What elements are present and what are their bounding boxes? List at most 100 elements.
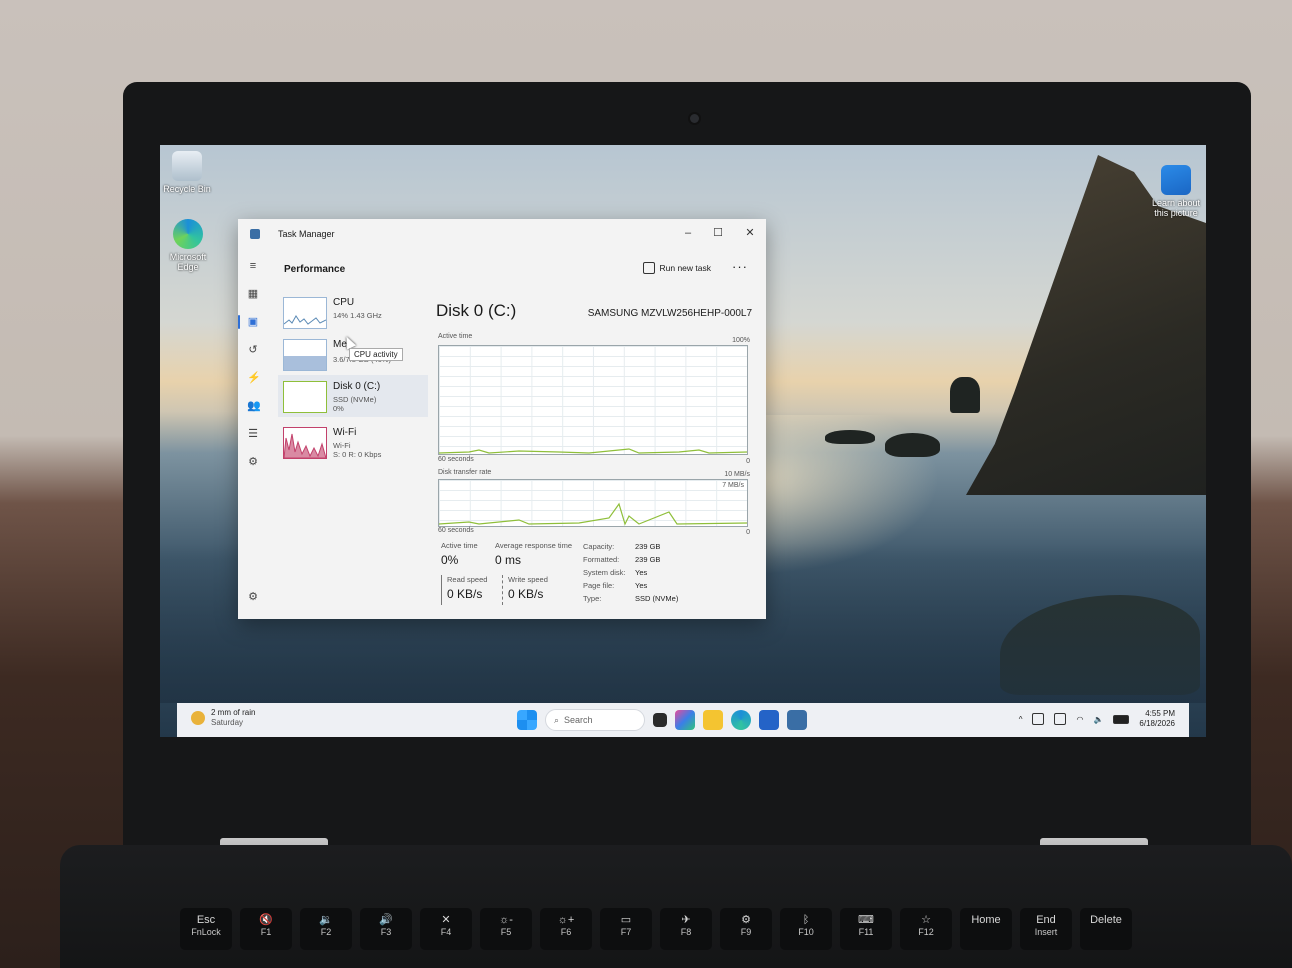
run-task-icon: [642, 262, 655, 274]
key-bottom-label: F4: [440, 927, 452, 937]
key-bottom-label: F8: [680, 927, 692, 937]
selected-indicator: [238, 315, 240, 329]
active-time-graph: [438, 448, 748, 454]
minimize-button[interactable]: –: [678, 225, 698, 241]
startup-apps-icon[interactable]: ⚡: [247, 372, 261, 384]
spotlight-glyph: [1161, 165, 1191, 195]
key-top-label: ☆: [921, 914, 931, 926]
tooltip: CPU activity: [349, 348, 403, 361]
cpu-thumbnail-graph: [283, 297, 327, 329]
security-icon[interactable]: [1032, 713, 1045, 725]
hamburger-menu-icon[interactable]: ≡: [247, 260, 259, 272]
key-top-label: ᛒ: [802, 914, 810, 926]
desktop-icon-label: Recycle Bin: [163, 184, 211, 194]
recycle-bin-icon[interactable]: Recycle Bin: [160, 151, 217, 194]
task-manager-taskbar-icon[interactable]: [787, 710, 807, 730]
key-bottom-label: F7: [620, 927, 632, 937]
settings-icon[interactable]: ⚙: [247, 591, 259, 603]
resource-detail: Wi-Fi: [333, 441, 351, 450]
active-time-chart: [438, 345, 748, 455]
clock-date: 6/18/2026: [1139, 719, 1175, 728]
battery-icon[interactable]: [1113, 714, 1130, 724]
file-explorer-icon[interactable]: [703, 710, 723, 730]
users-icon[interactable]: 👥: [247, 400, 261, 412]
taskbar-search[interactable]: ⌕ Search: [545, 709, 645, 731]
chart-min: 0: [746, 529, 750, 536]
learn-about-picture-icon[interactable]: Learn about this picture: [1146, 165, 1206, 218]
chart-min: 0: [746, 458, 750, 465]
property-value: 239 GB: [635, 555, 661, 564]
run-new-task-label: Run new task: [659, 263, 712, 273]
weather-text: 2 mm of rain Saturday: [211, 708, 255, 728]
keyboard-key: ᛒ F10: [780, 908, 832, 950]
title-bar[interactable]: Task Manager – ☐ ✕: [238, 219, 766, 249]
close-button[interactable]: ✕: [740, 225, 760, 241]
key-bottom-label: F9: [740, 927, 752, 937]
key-bottom-label: F10: [798, 927, 814, 937]
chart-inner-max: 7 MB/s: [722, 482, 744, 489]
pen-icon[interactable]: [1054, 713, 1067, 725]
maximize-button[interactable]: ☐: [708, 225, 728, 241]
store-icon[interactable]: [759, 710, 779, 730]
key-bottom-label: F2: [320, 927, 332, 937]
wifi-icon[interactable]: ◠: [1076, 715, 1083, 724]
recycle-bin-glyph: [172, 151, 202, 181]
clock[interactable]: 4:55 PM 6/18/2026: [1139, 709, 1175, 729]
search-icon: ⌕: [554, 714, 560, 725]
disk-model: SAMSUNG MZVLW256HEHP-000L7: [587, 308, 752, 319]
resource-item-wifi[interactable]: Wi-Fi Wi-Fi S: 0 R: 0 Kbps: [278, 421, 428, 463]
write-speed-divider: [502, 575, 503, 605]
key-bottom-label: F5: [500, 927, 512, 937]
keyboard-key: 🔇 F1: [240, 908, 292, 950]
property-value: Yes: [635, 581, 648, 590]
keyboard-key: ✕ F4: [420, 908, 472, 950]
chart-time: 60 seconds: [438, 527, 474, 534]
key-bottom-label: Insert: [1034, 927, 1058, 937]
microsoft-edge-icon[interactable]: Microsoft Edge: [160, 219, 218, 272]
edge-taskbar-icon[interactable]: [731, 710, 751, 730]
property-key: Formatted:: [583, 555, 620, 564]
resource-item-cpu[interactable]: CPU 14% 1.43 GHz: [278, 291, 428, 333]
key-bottom-label: F11: [858, 927, 874, 937]
property-key: Capacity:: [583, 542, 615, 551]
keyboard-key: ☆ F12: [900, 908, 952, 950]
task-manager-app-icon: [250, 229, 260, 239]
memory-thumbnail-graph: [283, 339, 327, 371]
chevron-up-icon[interactable]: ^: [1019, 715, 1023, 724]
processes-icon[interactable]: ▦: [247, 288, 259, 300]
keyboard-key: 🔉 F2: [300, 908, 352, 950]
key-top-label: ▭: [620, 914, 632, 926]
system-tray: ^ ◠ 🔈 4:55 PM 6/18/2026: [1019, 709, 1175, 729]
avg-response-label: Average response time: [495, 541, 572, 550]
services-icon[interactable]: ⚙: [247, 456, 259, 468]
run-new-task-button[interactable]: Run new task: [642, 262, 712, 274]
resource-list: CPU 14% 1.43 GHz Me 3.6/7.8 GB (46%) Dis…: [278, 291, 428, 463]
weather-widget[interactable]: 2 mm of rain Saturday: [191, 708, 255, 728]
app-history-icon[interactable]: ↺: [247, 344, 259, 356]
key-top-label: ☼-: [499, 914, 513, 926]
wifi-mini-graph: [284, 433, 326, 458]
task-view-icon[interactable]: [653, 713, 667, 727]
resource-item-disk[interactable]: Disk 0 (C:) SSD (NVMe) 0%: [278, 375, 428, 417]
performance-icon[interactable]: ▣: [247, 316, 259, 328]
copilot-icon[interactable]: [675, 710, 695, 730]
key-top-label: ☼+: [557, 914, 575, 926]
resource-name: Wi-Fi: [333, 427, 357, 438]
more-options-button[interactable]: ···: [732, 259, 748, 274]
resource-name: Disk 0 (C:): [333, 381, 381, 392]
key-top-label: End: [1036, 914, 1056, 926]
volume-icon[interactable]: 🔈: [1093, 715, 1103, 724]
page-title: Performance: [284, 263, 346, 275]
key-top-label: ⌨: [858, 914, 874, 926]
start-button[interactable]: [517, 710, 537, 730]
key-top-label: Esc: [196, 914, 216, 926]
details-icon[interactable]: ☰: [247, 428, 259, 440]
keyboard-key: ☼- F5: [480, 908, 532, 950]
page-header: Performance Run new task ···: [284, 259, 756, 279]
taskbar: 2 mm of rain Saturday ⌕ Search ^ ◠ 🔈 4:5…: [177, 703, 1189, 737]
keyboard-key: ⚙ F9: [720, 908, 772, 950]
keyboard-key: ✈ F8: [660, 908, 712, 950]
write-speed-label: Write speed: [508, 575, 548, 584]
wallpaper-rock: [885, 433, 940, 457]
task-manager-window: Task Manager – ☐ ✕ ≡ ▦ ▣ ↺ ⚡ 👥 ☰ ⚙ ⚙ Per…: [238, 219, 766, 619]
